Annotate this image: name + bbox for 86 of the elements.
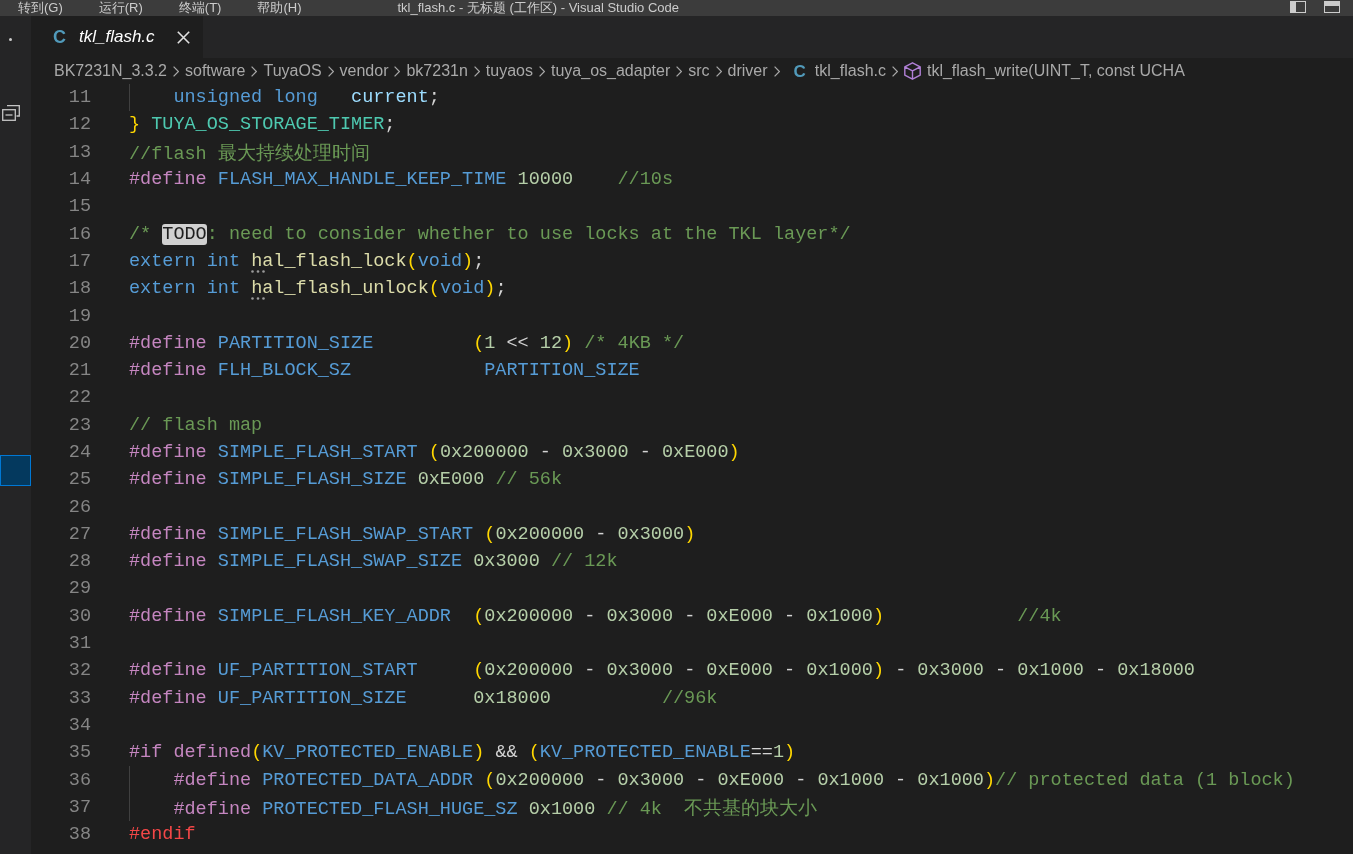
line-number: 16 xyxy=(67,223,91,245)
layout-icon[interactable] xyxy=(1290,1,1306,13)
breadcrumb-item[interactable]: tuya_os_adapter xyxy=(551,62,671,80)
code-line: /* TODO: need to consider whether to use locks at the TKL layer*/ xyxy=(129,223,851,245)
chevron-right-icon xyxy=(676,65,683,77)
chevron-right-icon xyxy=(473,65,480,77)
code-line: #define SIMPLE_FLASH_KEY_ADDR (0x200000 - 0x3000 - 0xE000 - 0x1000) //4k xyxy=(129,605,1062,627)
breadcrumb-item[interactable]: vendor xyxy=(339,62,389,80)
breadcrumb-symbol[interactable]: tkl_flash_write(UINT_T, const UCHA xyxy=(903,62,1185,80)
code-line: #define SIMPLE_FLASH_SWAP_SIZE 0x3000 // 12k xyxy=(129,551,618,573)
layout-icon[interactable] xyxy=(1324,1,1340,13)
menu-item[interactable]: 终端(T) xyxy=(178,0,222,16)
line-number: 20 xyxy=(67,332,91,354)
line-number: 27 xyxy=(67,523,91,545)
code-line: unsigned long current; xyxy=(173,87,440,109)
close-button[interactable] xyxy=(175,29,191,45)
breadcrumb-file[interactable]: C tkl_flash.c xyxy=(793,62,886,80)
code-line: #define FLASH_MAX_HANDLE_KEEP_TIME 10000 //10s xyxy=(129,169,673,191)
line-number: 13 xyxy=(67,141,91,163)
close-icon xyxy=(176,30,190,44)
line-number: 11 xyxy=(67,87,91,109)
code-line: #define PROTECTED_FLASH_HUGE_SZ 0x1000 // 4k 不共基的块大小 xyxy=(173,797,818,820)
breadcrumb-item[interactable]: BK7231N_3.3.2 xyxy=(54,62,167,80)
breadcrumb-item[interactable]: bk7231n xyxy=(406,62,468,80)
code-line: // flash map xyxy=(129,414,263,436)
code-line: #define FLH_BLOCK_SZ PARTITION_SIZE xyxy=(129,360,640,382)
line-number: 23 xyxy=(67,414,91,436)
code-line: #define SIMPLE_FLASH_START (0x200000 - 0x3000 - 0xE000) xyxy=(129,442,740,463)
breadcrumb-item[interactable]: software xyxy=(185,62,246,80)
line-number: 31 xyxy=(67,633,91,655)
line-number: 14 xyxy=(67,169,91,191)
breadcrumb-item[interactable]: driver xyxy=(727,62,768,80)
chevron-right-icon xyxy=(773,65,780,77)
line-number: 15 xyxy=(67,196,91,218)
line-number: 12 xyxy=(67,114,91,136)
line-number: 38 xyxy=(67,824,91,846)
file-icon: C xyxy=(793,62,806,80)
line-number: 29 xyxy=(67,578,91,600)
line-number: 21 xyxy=(67,360,91,382)
menu-item[interactable]: 帮助(H) xyxy=(257,0,302,16)
chevron-right-icon xyxy=(715,65,722,77)
line-number: 36 xyxy=(67,769,91,791)
line-number: 25 xyxy=(67,469,91,491)
chevron-right-icon xyxy=(327,65,334,77)
editor-tab[interactable]: C tkl_flash.c xyxy=(31,16,203,58)
breadcrumb-item[interactable]: tuyaos xyxy=(485,62,533,80)
menu-item[interactable]: 转到(G) xyxy=(18,0,63,16)
line-number: 26 xyxy=(67,496,91,518)
chevron-right-icon xyxy=(394,65,401,77)
cube-icon xyxy=(903,62,921,80)
line-number: 28 xyxy=(67,551,91,573)
code-line: #define PROTECTED_DATA_ADDR (0x200000 - 0x3000 - 0xE000 - 0x1000 - 0x1000)// protected data (1 block) xyxy=(173,769,1295,791)
code-line: #define PARTITION_SIZE (1 << 12) /* 4KB */ xyxy=(129,332,685,354)
code-line: #define SIMPLE_FLASH_SWAP_START (0x200000 - 0x3000) xyxy=(129,523,696,545)
line-number: 24 xyxy=(67,442,91,463)
line-number: 34 xyxy=(67,714,91,736)
dot-icon xyxy=(9,38,12,41)
code-line: extern int hal_flash_lock(void); xyxy=(129,250,485,272)
code-line: #define SIMPLE_FLASH_SIZE 0xE000 // 56k xyxy=(129,469,562,491)
line-number: 22 xyxy=(67,387,91,409)
code-line: #if defined(KV_PROTECTED_ENABLE) && (KV_PROTECTED_ENABLE==1) xyxy=(129,742,796,764)
chevron-right-icon xyxy=(539,65,545,77)
menu-item[interactable]: 运行(R) xyxy=(98,0,143,16)
breadcrumb-item[interactable]: TuyaOS xyxy=(263,62,322,80)
code-line: //flash 最大持续处理时间 xyxy=(129,142,370,165)
line-number: 18 xyxy=(67,278,91,300)
breadcrumb-item[interactable]: src xyxy=(688,62,710,80)
line-number: 37 xyxy=(67,796,91,818)
code-line: #define UF_PARTITION_SIZE 0x18000 //96k xyxy=(129,687,718,709)
code-line: #define UF_PARTITION_START (0x200000 - 0x3000 - 0xE000 - 0x1000) - 0x3000 - 0x1000 - 0x18000 xyxy=(129,660,1195,682)
file-icon: C xyxy=(53,28,66,46)
chevron-right-icon xyxy=(891,65,898,77)
line-number: 19 xyxy=(67,305,91,327)
collapse-all-icon[interactable] xyxy=(2,105,20,121)
line-number: 30 xyxy=(67,605,91,627)
line-number: 35 xyxy=(67,742,91,764)
code-line: #endif xyxy=(129,824,196,846)
line-number: 32 xyxy=(67,660,91,682)
code-line: extern int hal_flash_unlock(void); xyxy=(129,278,507,300)
code-line: } TUYA_OS_STORAGE_TIMER; xyxy=(129,114,396,136)
selected-row-highlight[interactable] xyxy=(0,455,31,486)
line-number: 17 xyxy=(67,250,91,272)
line-number: 33 xyxy=(67,687,91,709)
window-title: tkl_flash.c - 无标题 (工作区) - Visual Studio Code xyxy=(397,0,679,16)
chevron-right-icon xyxy=(173,65,179,77)
chevron-right-icon xyxy=(251,65,258,77)
